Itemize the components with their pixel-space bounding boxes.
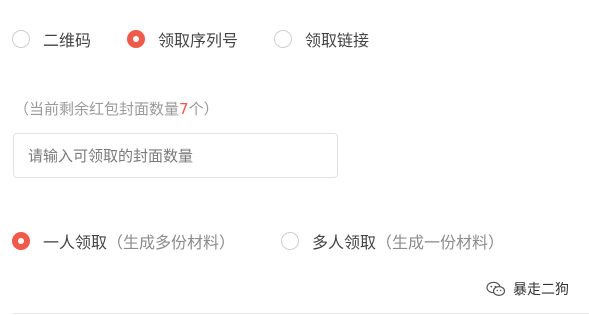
claim-mode-radio-group: 一人领取（生成多份材料） 多人领取（生成一份材料） [12, 229, 504, 253]
remaining-hint-prefix: （当前剩余红包封面数量 [14, 100, 180, 118]
remaining-hint-suffix: 个） [188, 100, 219, 118]
radio-circle-link[interactable] [274, 30, 293, 48]
radio-label-multi-claim: 多人领取（生成一份材料） [312, 229, 504, 253]
remaining-count-hint: （当前剩余红包封面数量7个） [14, 98, 219, 119]
wechat-icon [486, 281, 506, 297]
radio-circle-serial-number[interactable] [127, 30, 146, 48]
radio-circle-single-claim[interactable] [12, 232, 30, 250]
quantity-input-placeholder: 请输入可领取的封面数量 [28, 147, 194, 165]
remaining-count: 7 [179, 100, 189, 118]
radio-label-qrcode: 二维码 [43, 31, 92, 50]
radio-label-link: 领取链接 [305, 31, 370, 50]
multi-claim-label: 多人领取 [312, 233, 377, 252]
code-type-radio-group: 二维码 领取序列号 领取链接 [12, 27, 369, 51]
radio-label-serial-number: 领取序列号 [158, 31, 239, 50]
radio-label-single-claim: 一人领取（生成多份材料） [43, 229, 235, 253]
radio-option-serial-number[interactable]: 领取序列号 [127, 27, 238, 51]
radio-circle-multi-claim[interactable] [281, 232, 300, 250]
single-claim-label: 一人领取 [43, 233, 108, 252]
watermark: 暴走二狗 [486, 279, 569, 299]
radio-circle-qrcode[interactable] [12, 30, 30, 48]
multi-claim-note: （生成一份材料） [376, 233, 505, 252]
radio-option-link[interactable]: 领取链接 [274, 27, 369, 51]
single-claim-note: （生成多份材料） [107, 233, 236, 252]
quantity-input[interactable]: 请输入可领取的封面数量 [13, 133, 338, 178]
radio-option-single-claim[interactable]: 一人领取（生成多份材料） [12, 229, 235, 253]
radio-option-multi-claim[interactable]: 多人领取（生成一份材料） [281, 229, 504, 253]
watermark-text: 暴走二狗 [513, 282, 569, 298]
radio-option-qrcode[interactable]: 二维码 [12, 27, 91, 51]
bottom-divider [13, 313, 589, 314]
